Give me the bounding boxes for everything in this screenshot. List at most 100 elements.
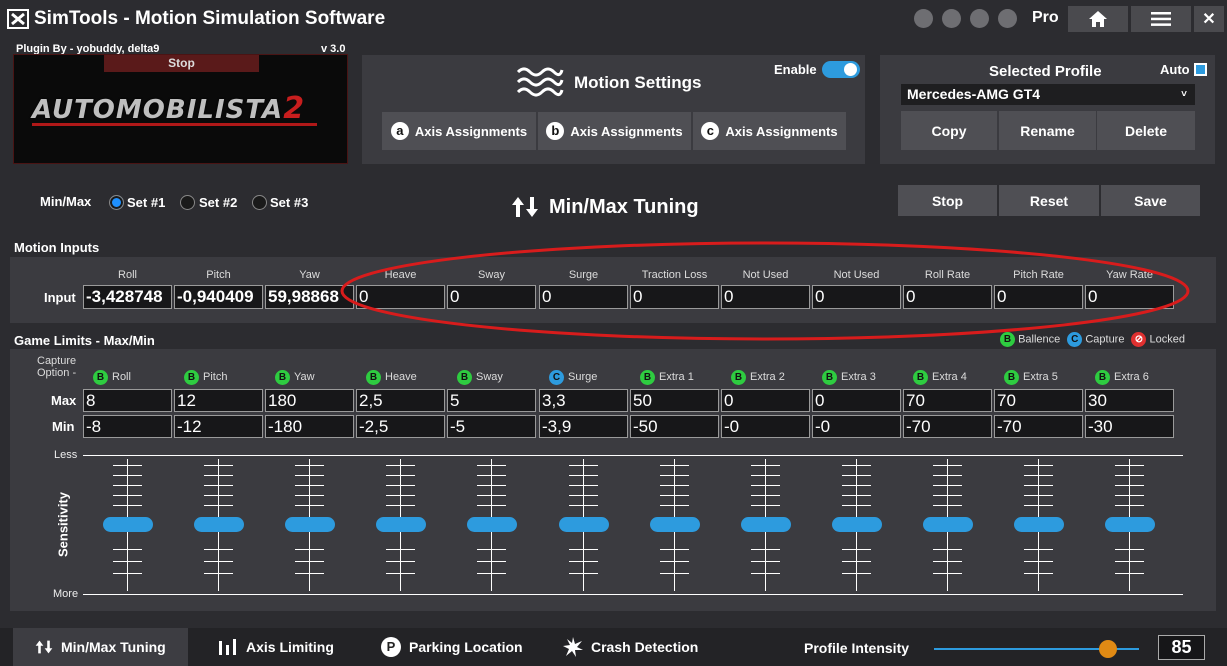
save-button[interactable]: Save: [1101, 185, 1200, 216]
limit-column-header[interactable]: B Pitch: [184, 370, 227, 385]
axis-assignments-b-button[interactable]: b Axis Assignments: [538, 112, 691, 150]
tab-axis-limiting[interactable]: Axis Limiting: [218, 628, 334, 666]
sensitivity-knob[interactable]: [832, 517, 882, 532]
limit-column-name: Roll: [112, 371, 131, 384]
enable-label: Enable: [774, 62, 817, 77]
max-value-field[interactable]: 70: [994, 389, 1083, 412]
set-2-radio[interactable]: [180, 195, 195, 210]
up-arrow-icon[interactable]: [914, 9, 933, 28]
plugin-stop-button[interactable]: Stop: [104, 55, 259, 72]
delete-button[interactable]: Delete: [1097, 111, 1195, 150]
max-value-field[interactable]: 3,3: [539, 389, 628, 412]
sensitivity-knob[interactable]: [285, 517, 335, 532]
limit-column-header[interactable]: B Extra 5: [1004, 370, 1058, 385]
intensity-slider[interactable]: [934, 640, 1139, 658]
sensitivity-tick: [295, 485, 324, 486]
profile-select[interactable]: Mercedes-AMG GT4 ˅: [901, 84, 1195, 105]
sensitivity-tick: [569, 549, 598, 550]
capture-option-badge-icon[interactable]: B: [822, 370, 837, 385]
min-value-field[interactable]: -30: [1085, 415, 1174, 438]
rename-button[interactable]: Rename: [999, 111, 1096, 150]
min-value-field[interactable]: -70: [903, 415, 992, 438]
capture-option-badge-icon[interactable]: B: [93, 370, 108, 385]
limit-column-header[interactable]: B Extra 1: [640, 370, 694, 385]
close-button[interactable]: ✕: [1194, 6, 1224, 32]
max-value-field[interactable]: 8: [83, 389, 172, 412]
enable-toggle[interactable]: [822, 61, 860, 78]
reset-button[interactable]: Reset: [999, 185, 1099, 216]
max-value-field[interactable]: 0: [812, 389, 901, 412]
limit-column-header[interactable]: B Roll: [93, 370, 131, 385]
max-value-field[interactable]: 12: [174, 389, 263, 412]
chevron-down-icon: ˅: [1181, 89, 1187, 100]
capture-option-badge-icon[interactable]: B: [366, 370, 381, 385]
sensitivity-knob[interactable]: [1105, 517, 1155, 532]
sensitivity-tick: [477, 495, 506, 496]
sensitivity-tick: [933, 573, 962, 574]
auto-checkbox[interactable]: [1194, 63, 1207, 76]
tab-minmax-tuning[interactable]: Min/Max Tuning: [13, 628, 188, 666]
limit-column-header[interactable]: B Extra 2: [731, 370, 785, 385]
menu-button[interactable]: [1131, 6, 1191, 32]
set-3-radio[interactable]: [252, 195, 267, 210]
limit-column-header[interactable]: B Heave: [366, 370, 417, 385]
home-button[interactable]: [1068, 6, 1128, 32]
max-value-field[interactable]: 5: [447, 389, 536, 412]
max-value-field[interactable]: 0: [721, 389, 810, 412]
axis-assignments-a-button[interactable]: a Axis Assignments: [382, 112, 536, 150]
limit-column-header[interactable]: B Extra 4: [913, 370, 967, 385]
intensity-slider-knob[interactable]: [1099, 640, 1117, 658]
min-value-field[interactable]: -3,9: [539, 415, 628, 438]
axis-assignments-c-button[interactable]: c Axis Assignments: [693, 112, 846, 150]
sensitivity-knob[interactable]: [650, 517, 700, 532]
set-3-label: Set #3: [270, 195, 309, 210]
min-value-field[interactable]: -70: [994, 415, 1083, 438]
sensitivity-tick: [113, 573, 142, 574]
sensitivity-knob[interactable]: [1014, 517, 1064, 532]
min-value-field[interactable]: -180: [265, 415, 354, 438]
max-value-field[interactable]: 30: [1085, 389, 1174, 412]
capture-option-badge-icon[interactable]: B: [640, 370, 655, 385]
max-value-field[interactable]: 70: [903, 389, 992, 412]
sensitivity-knob[interactable]: [559, 517, 609, 532]
capture-option-badge-icon[interactable]: B: [913, 370, 928, 385]
tab-parking-location[interactable]: P Parking Location: [381, 628, 523, 666]
copy-button[interactable]: Copy: [901, 111, 997, 150]
limit-column-header[interactable]: C Surge: [549, 370, 597, 385]
capture-option-badge-icon[interactable]: B: [1095, 370, 1110, 385]
max-value-field[interactable]: 50: [630, 389, 719, 412]
capture-option-badge-icon[interactable]: B: [275, 370, 290, 385]
sensitivity-knob[interactable]: [741, 517, 791, 532]
sensitivity-knob[interactable]: [467, 517, 517, 532]
max-value-field[interactable]: 180: [265, 389, 354, 412]
min-value-field[interactable]: -0: [721, 415, 810, 438]
tab-crash-detection[interactable]: Crash Detection: [563, 628, 698, 666]
capture-option-badge-icon[interactable]: B: [1004, 370, 1019, 385]
min-value-field[interactable]: -8: [83, 415, 172, 438]
limit-column-header[interactable]: B Yaw: [275, 370, 315, 385]
capture-option-badge-icon[interactable]: C: [549, 370, 564, 385]
puzzle-icon[interactable]: [942, 9, 961, 28]
min-value-field[interactable]: -5: [447, 415, 536, 438]
min-value-field[interactable]: -50: [630, 415, 719, 438]
capture-option-badge-icon[interactable]: B: [731, 370, 746, 385]
sensitivity-knob[interactable]: [376, 517, 426, 532]
capture-option-badge-icon[interactable]: B: [184, 370, 199, 385]
limit-column-header[interactable]: B Extra 6: [1095, 370, 1149, 385]
min-value-field[interactable]: -12: [174, 415, 263, 438]
limit-column-header[interactable]: B Extra 3: [822, 370, 876, 385]
max-value-field[interactable]: 2,5: [356, 389, 445, 412]
capture-option-label-2: Option -: [37, 367, 77, 379]
game-logo: AUTOMOBILISTA2: [32, 91, 332, 131]
limit-column-header[interactable]: B Sway: [457, 370, 503, 385]
sensitivity-knob[interactable]: [923, 517, 973, 532]
stop-button[interactable]: Stop: [898, 185, 997, 216]
set-1-radio[interactable]: [109, 195, 124, 210]
sensitivity-knob[interactable]: [194, 517, 244, 532]
wrench-icon[interactable]: [970, 9, 989, 28]
min-value-field[interactable]: -2,5: [356, 415, 445, 438]
min-value-field[interactable]: -0: [812, 415, 901, 438]
sensitivity-knob[interactable]: [103, 517, 153, 532]
capture-option-badge-icon[interactable]: B: [457, 370, 472, 385]
power-icon[interactable]: [998, 9, 1017, 28]
